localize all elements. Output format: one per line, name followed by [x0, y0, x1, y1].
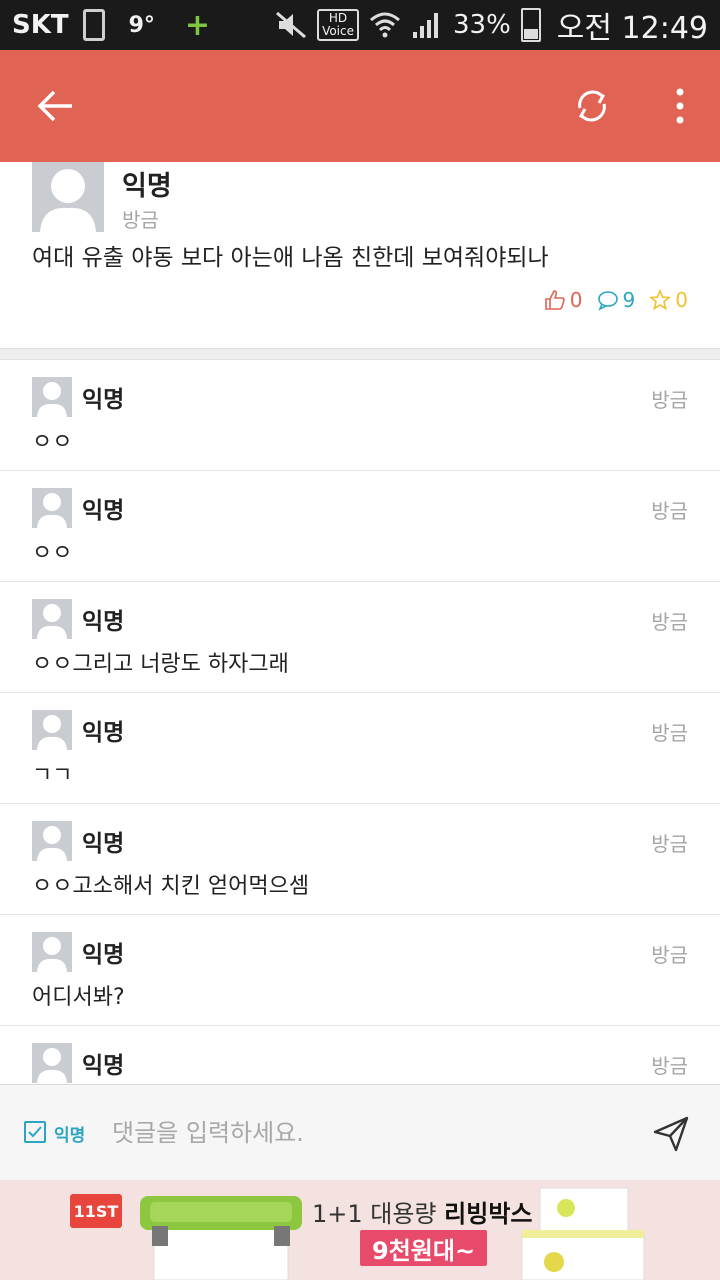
comment-row[interactable]: 익명 방금 ㅇㅇ고소해서 치킨 얻어먹으셈 — [0, 804, 720, 915]
comment-time: 방금 — [651, 943, 688, 967]
comment-row[interactable]: 익명 방금 ㅇㅇ그리고 너랑도 하자그래 — [0, 582, 720, 693]
scrap-count: 0 — [675, 288, 688, 312]
comment-author: 익명 — [82, 831, 125, 857]
ad-headline: 1+1 대용량 리빙박스 — [312, 1194, 532, 1229]
default-avatar-icon — [37, 493, 67, 528]
post-time: 방금 — [122, 208, 159, 232]
ad-banner[interactable]: 11ST 1+1 대용량 리빙박스 9천원대~ — [0, 1180, 720, 1280]
app-bar — [0, 50, 720, 162]
send-icon[interactable] — [652, 1115, 690, 1153]
wifi-icon — [370, 12, 400, 38]
comment-author: 익명 — [82, 387, 125, 413]
checkmark-icon — [28, 1126, 42, 1138]
voice-label: Voice — [322, 24, 354, 38]
battery-icon — [520, 8, 541, 42]
refresh-icon[interactable] — [572, 86, 612, 126]
phone-icon — [82, 9, 105, 41]
comment-text: 어디서봐? — [32, 985, 125, 1010]
comment-row[interactable]: 익명 방금 ㄱㄱ — [0, 693, 720, 804]
battery-percent: 33% — [453, 10, 511, 40]
avatar[interactable] — [32, 162, 104, 232]
comment-time: 방금 — [651, 610, 688, 634]
comment-author: 익명 — [82, 1053, 125, 1079]
comment-text: ㅇㅇ그리고 너랑도 하자그래 — [32, 652, 289, 677]
comment-author: 익명 — [82, 942, 125, 968]
anonymous-label[interactable]: 익명 — [54, 1121, 85, 1146]
default-avatar-icon — [40, 169, 96, 232]
avatar[interactable] — [32, 932, 72, 972]
comment-count-button[interactable]: 9 — [597, 288, 636, 312]
scrap-button[interactable]: 0 — [649, 288, 688, 312]
default-avatar-icon — [37, 826, 67, 861]
comment-text: ㅇㅇ — [32, 430, 73, 455]
default-avatar-icon — [37, 1048, 67, 1083]
comment-row[interactable]: 익명 방금 ㅇㅇ — [0, 471, 720, 582]
comment-author: 익명 — [82, 720, 125, 746]
speech-bubble-icon — [597, 291, 618, 311]
temperature-label: 9° — [128, 12, 155, 38]
mute-icon — [276, 11, 307, 39]
hd-voice-icon: HD Voice — [317, 9, 359, 41]
post-author: 익명 — [122, 171, 172, 202]
default-avatar-icon — [37, 937, 67, 972]
default-avatar-icon — [37, 604, 67, 639]
anonymous-checkbox[interactable] — [24, 1121, 46, 1143]
like-count: 0 — [569, 288, 583, 312]
status-indicators: HD Voice 33% 오전 12:49 — [275, 3, 708, 47]
comment-time: 방금 — [651, 499, 688, 523]
comment-list: 익명 방금 ㅇㅇ 익명 방금 ㅇㅇ 익명 방금 ㅇㅇ그리고 너랑도 하자그래 익… — [0, 360, 720, 1084]
ad-headline-prefix: 1+1 대용량 — [312, 1200, 445, 1228]
storage-box-image — [521, 1187, 645, 1280]
ad-price-tag: 9천원대~ — [360, 1230, 488, 1266]
thumbs-up-icon — [544, 290, 565, 310]
comment-time: 방금 — [651, 388, 688, 412]
back-arrow-icon[interactable] — [36, 88, 76, 124]
carrier-label: SKT — [12, 10, 69, 40]
storage-box-image — [140, 1196, 302, 1280]
comment-time: 방금 — [651, 721, 688, 745]
comment-row[interactable]: 익명 방금 ㅇㅇ — [0, 360, 720, 471]
star-icon — [649, 289, 672, 311]
post-stats: 0 9 0 — [544, 288, 688, 312]
comment-row[interactable]: 익명 방금 어디서봐? — [0, 915, 720, 1026]
avatar[interactable] — [32, 488, 72, 528]
more-vert-icon[interactable] — [664, 86, 696, 126]
avatar[interactable] — [32, 599, 72, 639]
default-avatar-icon — [37, 382, 67, 417]
ad-logo: 11ST — [70, 1194, 122, 1228]
signal-icon — [413, 13, 438, 38]
comment-input-bar: 익명 — [0, 1084, 720, 1180]
clock: 오전 12:49 — [556, 11, 708, 46]
comment-input[interactable] — [112, 1107, 632, 1159]
comment-text: ㄱㄱ — [32, 763, 73, 788]
comment-text: ㅇㅇ고소해서 치킨 얻어먹으셈 — [32, 874, 310, 899]
avatar[interactable] — [32, 710, 72, 750]
comment-author: 익명 — [82, 609, 125, 635]
comment-time: 방금 — [651, 1054, 688, 1078]
avatar[interactable] — [32, 377, 72, 417]
avatar[interactable] — [32, 1043, 72, 1083]
default-avatar-icon — [37, 715, 67, 750]
status-bar: SKT 9° + HD Voice 33% 오전 12:49 — [0, 0, 720, 50]
post-body: 여대 유출 야동 보다 아는애 나옴 친한데 보여줘야되나 — [32, 245, 549, 271]
section-divider — [0, 348, 720, 360]
comment-row[interactable]: 익명 방금 — [0, 1026, 720, 1084]
plus-icon: + — [184, 7, 211, 43]
post: 익명 방금 여대 유출 야동 보다 아는애 나옴 친한데 보여줘야되나 0 9 … — [0, 162, 720, 348]
avatar[interactable] — [32, 821, 72, 861]
comment-time: 방금 — [651, 832, 688, 856]
comment-text: ㅇㅇ — [32, 541, 73, 566]
comment-author: 익명 — [82, 498, 125, 524]
like-button[interactable]: 0 — [544, 288, 583, 312]
comment-count: 9 — [622, 288, 636, 312]
